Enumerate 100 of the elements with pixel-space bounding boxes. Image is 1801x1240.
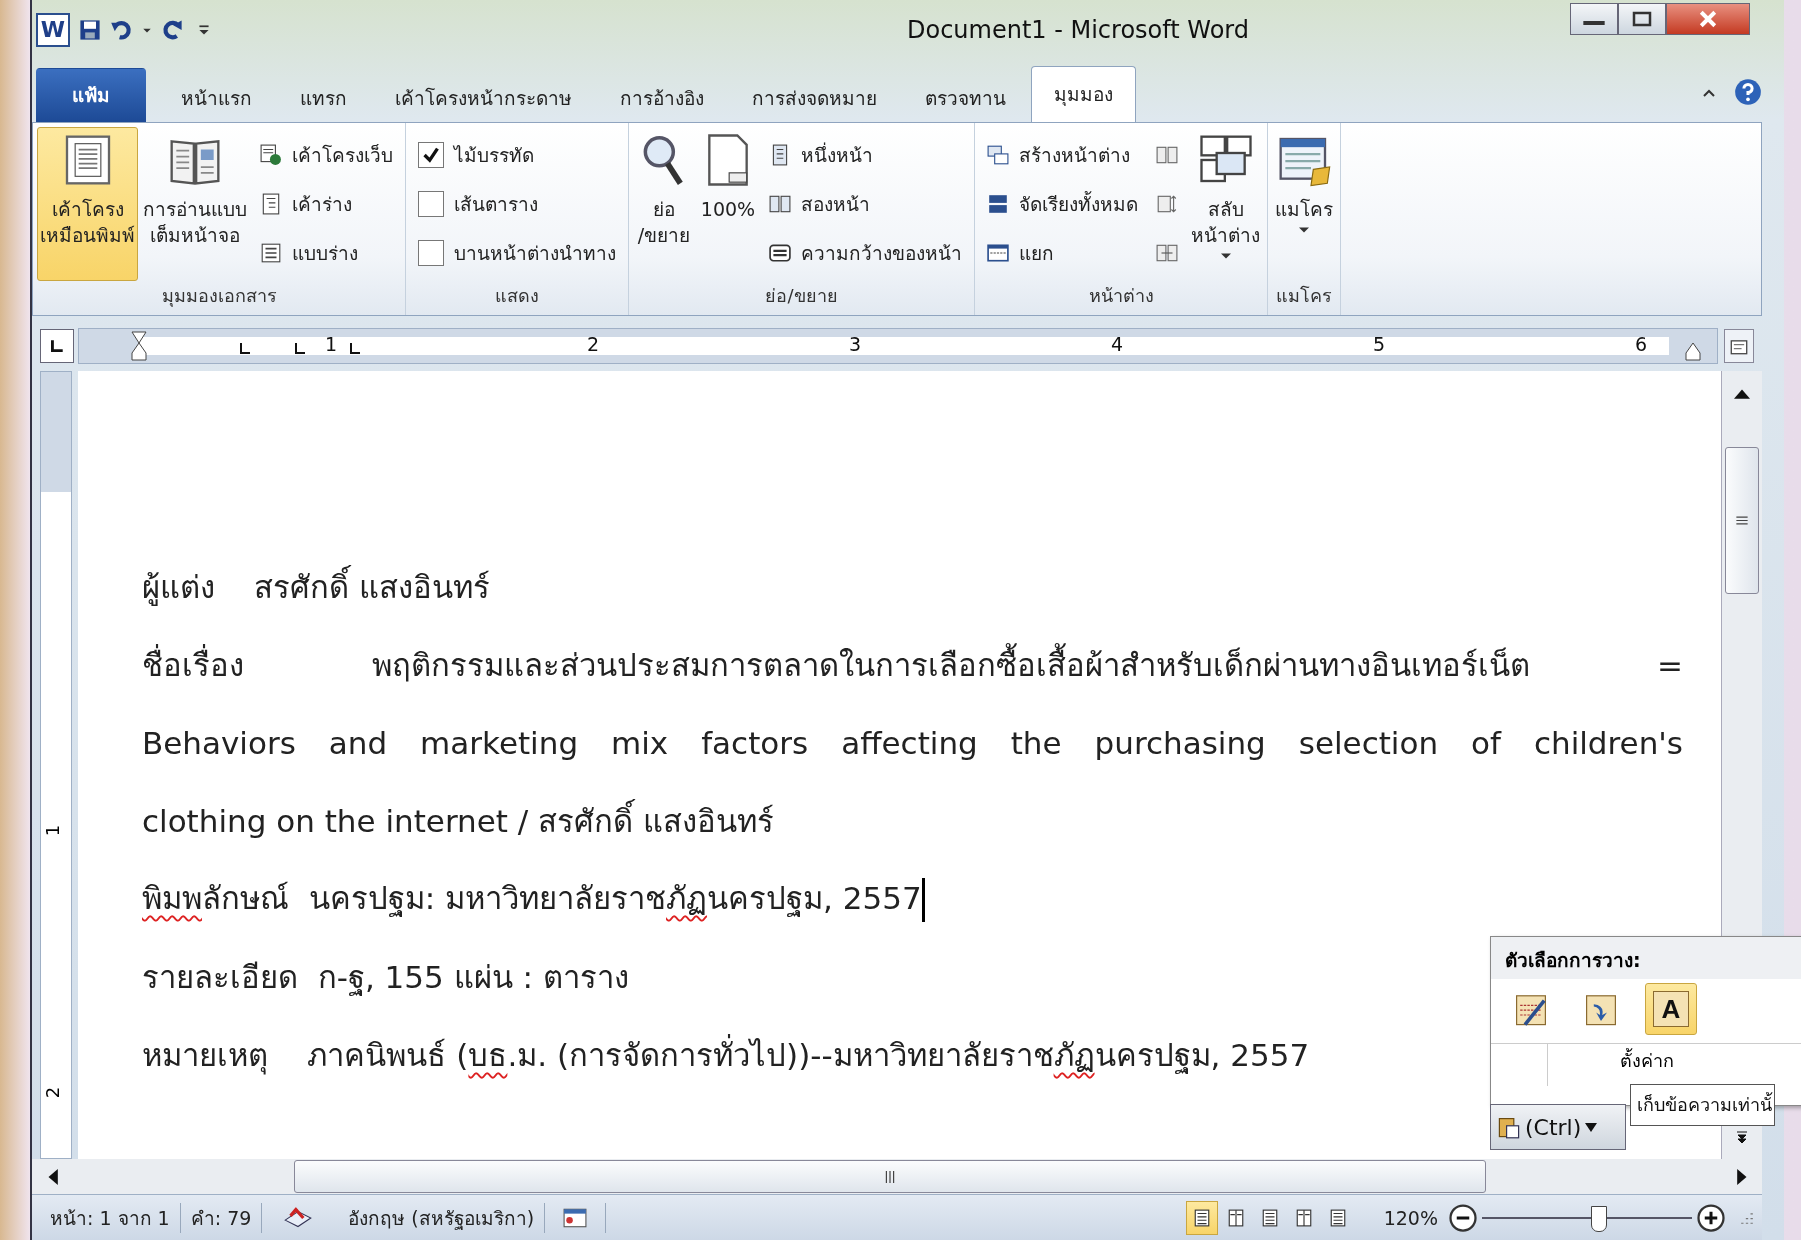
tab-stop-icon[interactable] [239, 343, 251, 356]
file-tab[interactable]: แฟ้ม [36, 67, 146, 122]
page-view-icon [1226, 1208, 1245, 1227]
ribbon-button[interactable]: หนึ่งหน้า [767, 136, 964, 175]
ribbon-button[interactable]: เค้าโครงเว็บ [258, 136, 395, 175]
set-default-paste-link[interactable]: ตั้งค่าก [1614, 1050, 1674, 1071]
ribbon-button[interactable]: สลับ หน้าต่าง [1188, 126, 1263, 282]
ribbon-button[interactable]: สองหน้า [767, 184, 964, 223]
word-count[interactable]: คำ: 79 [180, 1202, 262, 1233]
caret-icon [1585, 1122, 1598, 1132]
document-line: Behaviors and marketing mix factors affecting the purchasing selection of children's [142, 724, 1683, 764]
text-clipboard-icon: A [1653, 991, 1689, 1027]
ribbon-button[interactable]: การอ่านแบบ เต็มหน้าจอ [140, 126, 250, 282]
ribbon-button[interactable]: 100% [697, 126, 759, 282]
ribbon-checkbox[interactable]: ไม้บรรทัด [416, 136, 618, 175]
document-line: clothing on the internet / สรศักดิ์ แสงอินทร์ [142, 799, 774, 844]
tab-selector-button[interactable] [40, 329, 74, 364]
view-button[interactable] [1185, 1200, 1218, 1235]
ribbon-checkbox[interactable]: เส้นตาราง [416, 184, 618, 223]
left-tab-icon [49, 338, 65, 355]
minimize-button[interactable] [1570, 2, 1618, 35]
ribbon-button[interactable]: แบบร่าง [258, 233, 395, 272]
scrollbar-thumb[interactable] [1725, 447, 1759, 595]
paste-options-title: ตัวเลือกการวาง: [1491, 937, 1801, 979]
language-status[interactable]: อังกฤษ (สหรัฐอเมริกา) [334, 1202, 545, 1233]
close-button[interactable] [1666, 2, 1750, 35]
page-view-icon [1260, 1208, 1279, 1227]
ribbon-tab[interactable]: แทรก [277, 73, 370, 122]
maximize-button[interactable] [1618, 2, 1666, 35]
word-logo-icon: W [36, 12, 70, 47]
up-arrow-icon [1734, 387, 1750, 399]
document-line: ผู้แต่ง สรศักดิ์ แสงอินทร์ [142, 565, 491, 610]
tab-stop-icon[interactable] [349, 343, 361, 356]
ribbon-tab[interactable]: การส่งจดหมาย [729, 73, 900, 122]
pagewidth-icon [769, 241, 791, 264]
group-label: ย่อ/ขยาย [764, 284, 839, 309]
zoom-slider-thumb[interactable] [1590, 1205, 1607, 1232]
web-icon [260, 144, 282, 167]
ribbon-tab[interactable]: หน้าแรก [158, 73, 275, 122]
help-icon[interactable] [1734, 77, 1762, 106]
onepage-icon [1156, 192, 1178, 215]
double-down-arrow-icon [1736, 1131, 1748, 1144]
document-line: ชื่อเรื่อง พฤติกรรมและส่วนประสมการตลาดในการเลือกซื้อเสื้อผ้าสำหรับเด็กผ่านทางอินเทอร์เน็ต = [142, 643, 1683, 688]
checkbox[interactable] [418, 142, 444, 169]
ruler-number: 2 [42, 1086, 64, 1099]
indent-marker-icon[interactable] [131, 331, 147, 362]
ribbon-button[interactable]: แยก [985, 233, 1140, 272]
paste-options-button[interactable]: (Ctrl) [1490, 1104, 1626, 1150]
ruler-icon [1730, 337, 1748, 356]
ribbon-button[interactable]: เค้าร่าง [258, 184, 395, 223]
maximize-icon [1632, 10, 1652, 27]
clipboard-icon [1497, 1115, 1521, 1139]
checkmark-icon [422, 146, 440, 165]
redo-icon[interactable] [160, 17, 184, 42]
ribbon-button[interactable]: แมโคร [1272, 126, 1336, 282]
group-label: แสดง [494, 284, 540, 309]
ribbon-tab[interactable]: ตรวจทาน [902, 73, 1029, 122]
right-arrow-icon [1736, 1168, 1748, 1185]
save-icon[interactable] [78, 17, 102, 42]
page-view-icon [1328, 1208, 1347, 1227]
left-arrow-icon [46, 1168, 58, 1185]
outline-icon [260, 192, 282, 215]
document-line: พิมพลักษณ์ นครปฐม: มหาวิทยาลัยราชภัฏนครปฐม, 2557 [142, 875, 925, 923]
page-count[interactable]: หน้า: 1 จาก 1 [40, 1202, 180, 1233]
minimize-icon [1583, 20, 1605, 25]
ribbon-button[interactable]: เค้าโครง เหมือนพิมพ์ [37, 126, 138, 282]
zoom-in-icon[interactable] [1696, 1202, 1726, 1233]
ruler-number: 1 [325, 333, 338, 356]
tab-stop-icon[interactable] [294, 343, 306, 356]
group-label: มุมมองเอกสาร [160, 284, 278, 309]
ribbon-tab[interactable]: เค้าโครงหน้ากระดาษ [372, 73, 595, 122]
scrollbar-thumb[interactable] [294, 1160, 1486, 1194]
checkbox[interactable] [418, 239, 444, 266]
ribbon-tab[interactable]: มุมมอง [1031, 65, 1136, 122]
zoom-out-icon[interactable] [1448, 1202, 1478, 1233]
ruler-number: 3 [849, 333, 862, 356]
ruler-number: 6 [1635, 333, 1648, 356]
view-ruler-button[interactable] [1724, 329, 1754, 364]
group-label: แมโคร [1275, 284, 1333, 309]
document-line: หมายเหตุ ภาคนิพนธ์ (บธ.ม. (การจัดการทั่วไป))--มหาวิทยาลัยราชภัฏนครปฐม, 2557 [142, 1033, 1310, 1078]
paste-option-button[interactable]: A [1645, 983, 1697, 1035]
ribbon-button[interactable]: สร้างหน้าต่าง [985, 136, 1140, 175]
zoom-level[interactable]: 120% [1353, 1206, 1448, 1229]
ribbon-checkbox[interactable]: บานหน้าต่างนำทาง [416, 233, 618, 272]
ruler-number: 4 [1111, 333, 1124, 356]
ribbon-button[interactable]: ความกว้างของหน้า [767, 233, 964, 272]
ruler-number: 5 [1373, 333, 1386, 356]
collapse-ribbon-icon[interactable] [1702, 87, 1716, 98]
ruler-number: 1 [42, 824, 64, 837]
grip-icon [885, 1170, 895, 1183]
page-view-icon [1294, 1208, 1313, 1227]
grip-icon [1736, 516, 1748, 526]
checkbox[interactable] [418, 190, 444, 217]
window-title: Document1 - Microsoft Word [905, 16, 1251, 44]
text-cursor [921, 878, 925, 923]
ribbon-button[interactable]: ย่อ /ขยาย [633, 126, 695, 282]
resize-grip-icon[interactable] [1740, 1210, 1754, 1225]
ribbon-button[interactable]: จัดเรียงทั้งหมด [985, 184, 1140, 223]
group-label: หน้าต่าง [1087, 284, 1155, 309]
ribbon-tab[interactable]: การอ้างอิง [597, 73, 727, 122]
